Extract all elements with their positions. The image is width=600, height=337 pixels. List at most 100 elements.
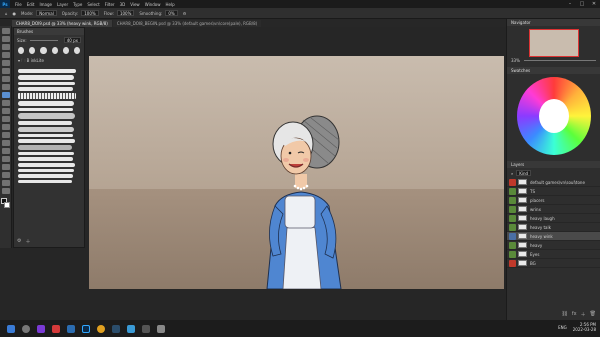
- brush-stroke-preview[interactable]: [18, 69, 76, 73]
- move-tool-icon[interactable]: [1, 28, 10, 34]
- shape-tool-icon[interactable]: [1, 172, 10, 178]
- zoom-tool-icon[interactable]: [1, 188, 10, 194]
- layer-row[interactable]: heavy: [507, 241, 600, 250]
- eye-icon[interactable]: [509, 223, 516, 231]
- chrome-icon[interactable]: [97, 324, 105, 333]
- layer-row[interactable]: wrinx: [507, 205, 600, 214]
- clock[interactable]: 2:56 PM 2022-03-28: [573, 322, 596, 332]
- navigator-thumbnail[interactable]: [528, 29, 579, 57]
- dodge-tool-icon[interactable]: [1, 140, 10, 146]
- history-brush-tool-icon[interactable]: [1, 108, 10, 114]
- layer-row[interactable]: heavy talk: [507, 223, 600, 232]
- app-icon-2[interactable]: [52, 324, 60, 333]
- eye-icon[interactable]: [509, 178, 516, 186]
- healing-tool-icon[interactable]: [1, 84, 10, 90]
- layer-row[interactable]: Eyes: [507, 250, 600, 259]
- eye-icon[interactable]: [509, 241, 516, 249]
- brush-folder[interactable]: ▾ 🗀 B inkLite: [14, 56, 84, 67]
- new-layer-icon[interactable]: ＋: [581, 311, 586, 318]
- brush-stroke-preview[interactable]: [18, 108, 73, 111]
- steam-icon[interactable]: [112, 324, 120, 333]
- brush-stroke-preview[interactable]: [18, 101, 74, 106]
- menu-view[interactable]: View: [130, 2, 140, 7]
- navigator-zoom-value[interactable]: 33%: [511, 58, 520, 63]
- type-tool-icon[interactable]: [1, 156, 10, 162]
- brush-stroke-preview[interactable]: [18, 180, 72, 183]
- layer-row[interactable]: placers: [507, 196, 600, 205]
- trash-icon[interactable]: 🗑: [590, 311, 596, 318]
- eye-icon[interactable]: [509, 214, 516, 222]
- brush-stroke-preview[interactable]: [18, 163, 75, 167]
- menu-edit[interactable]: Edit: [27, 2, 35, 7]
- link-icon[interactable]: ⛓: [562, 311, 568, 318]
- language-indicator[interactable]: ENG: [558, 325, 567, 330]
- brush-stroke-preview[interactable]: [18, 127, 74, 132]
- photoshop-taskbar-icon[interactable]: [82, 324, 90, 333]
- menu-window[interactable]: Window: [145, 2, 161, 7]
- new-brush-icon[interactable]: ＋: [25, 238, 30, 245]
- menu-file[interactable]: File: [15, 2, 22, 7]
- brush-size-slider[interactable]: [29, 39, 58, 41]
- search-icon[interactable]: [22, 324, 30, 333]
- minimize-icon[interactable]: –: [564, 1, 576, 7]
- menu-layer[interactable]: Layer: [57, 2, 68, 7]
- app-icon-1[interactable]: [37, 324, 45, 333]
- layer-row[interactable]: heavy laugh: [507, 214, 600, 223]
- maximize-icon[interactable]: □: [576, 1, 588, 7]
- menu-type[interactable]: Type: [73, 2, 82, 7]
- brush-stroke-preview[interactable]: [18, 169, 74, 172]
- frame-tool-icon[interactable]: [1, 68, 10, 74]
- brush-settings-icon[interactable]: ⚙: [17, 238, 21, 245]
- marquee-tool-icon[interactable]: [1, 36, 10, 42]
- brush-preset[interactable]: [40, 47, 47, 54]
- app-icon-5[interactable]: [142, 324, 150, 333]
- flow-field[interactable]: 100%: [116, 10, 135, 16]
- eye-icon[interactable]: [509, 232, 516, 240]
- document-canvas[interactable]: [89, 56, 504, 289]
- gear-icon[interactable]: ⚙: [183, 11, 187, 16]
- brush-tool-icon[interactable]: [1, 92, 10, 98]
- home-icon[interactable]: ⌂: [5, 11, 8, 16]
- eye-icon[interactable]: [509, 250, 516, 258]
- layer-row[interactable]: default games\vn\soul\tone: [507, 178, 600, 187]
- hand-tool-icon[interactable]: [1, 180, 10, 186]
- blur-tool-icon[interactable]: [1, 132, 10, 138]
- gradient-tool-icon[interactable]: [1, 124, 10, 130]
- eye-icon[interactable]: [509, 187, 516, 195]
- app-icon-4[interactable]: [127, 324, 135, 333]
- fx-icon[interactable]: fx: [572, 311, 577, 318]
- menu-help[interactable]: Help: [165, 2, 174, 7]
- brush-stroke-preview[interactable]: [18, 152, 74, 155]
- brush-stroke-preview[interactable]: [18, 75, 74, 80]
- brush-preset[interactable]: [51, 47, 58, 54]
- layer-row[interactable]: heavy wink: [507, 232, 600, 241]
- brush-stroke-preview[interactable]: [18, 93, 76, 99]
- brush-preset[interactable]: [73, 47, 81, 54]
- foreground-background-colors[interactable]: [0, 198, 11, 210]
- brush-stroke-preview[interactable]: [18, 121, 72, 125]
- layer-row[interactable]: TS: [507, 187, 600, 196]
- brush-stroke-preview[interactable]: [18, 82, 75, 85]
- stamp-tool-icon[interactable]: [1, 100, 10, 106]
- navigator-zoom-slider[interactable]: [523, 60, 596, 61]
- brush-stroke-preview[interactable]: [18, 145, 72, 150]
- path-select-tool-icon[interactable]: [1, 164, 10, 170]
- brush-size-field[interactable]: 40 px: [63, 37, 81, 43]
- mode-select[interactable]: Normal: [36, 10, 57, 16]
- windows-start-icon[interactable]: [7, 324, 15, 333]
- lasso-tool-icon[interactable]: [1, 44, 10, 50]
- brush-stroke-preview[interactable]: [18, 87, 73, 91]
- brush-stroke-preview[interactable]: [18, 113, 75, 119]
- eraser-tool-icon[interactable]: [1, 116, 10, 122]
- menu-filter[interactable]: Filter: [105, 2, 115, 7]
- smoothing-field[interactable]: 0%: [165, 10, 178, 16]
- menu-image[interactable]: Image: [39, 2, 52, 7]
- crop-tool-icon[interactable]: [1, 60, 10, 66]
- brush-stroke-preview[interactable]: [18, 174, 73, 178]
- menu-select[interactable]: Select: [87, 2, 99, 7]
- layer-kind-filter[interactable]: Kind: [516, 170, 532, 176]
- tab-document-2[interactable]: CHAR8_DOI8_BEGIN.psd @ 33% (default game…: [112, 20, 262, 27]
- pen-tool-icon[interactable]: [1, 148, 10, 154]
- brush-stroke-preview[interactable]: [18, 134, 73, 137]
- brush-preset-icon[interactable]: ●: [13, 11, 17, 16]
